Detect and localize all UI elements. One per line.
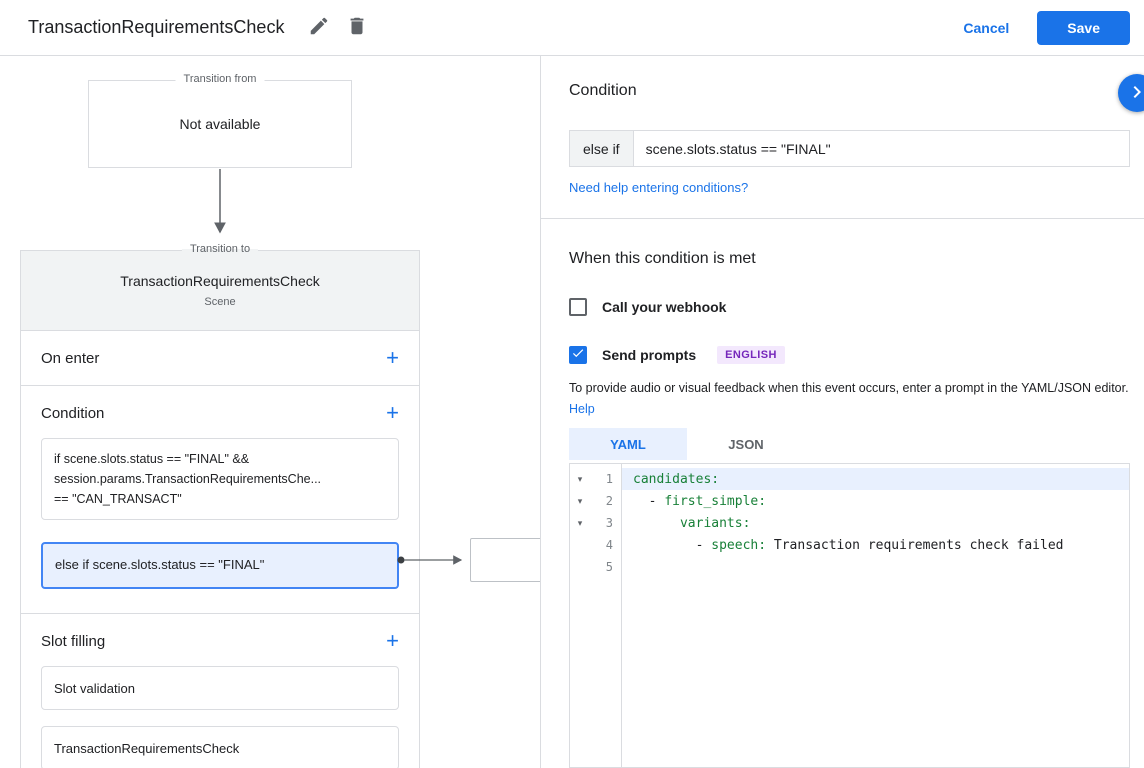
- language-badge: ENGLISH: [717, 346, 785, 364]
- edit-title-button[interactable]: [300, 9, 338, 47]
- scene-node-title: TransactionRequirementsCheck: [21, 273, 419, 289]
- check-icon: [571, 346, 585, 365]
- code-token-plain: [633, 516, 680, 531]
- prompts-description: To provide audio or visual feedback when…: [569, 378, 1144, 419]
- page-title: TransactionRequirementsCheck: [28, 17, 284, 38]
- fold-arrow-icon[interactable]: ▾: [570, 512, 590, 534]
- code-editor[interactable]: ▾1candidates:▾2 - first_simple:▾3 varian…: [569, 463, 1130, 768]
- editor-line[interactable]: ▾3 variants:: [570, 512, 1129, 534]
- scene-node: Transition to TransactionRequirementsChe…: [20, 250, 420, 768]
- webhook-row: Call your webhook: [569, 298, 726, 316]
- transition-from-value: Not available: [89, 81, 351, 167]
- fold-arrow-icon[interactable]: ▾: [570, 468, 590, 490]
- tab-json[interactable]: JSON: [687, 428, 805, 460]
- cancel-button[interactable]: Cancel: [963, 20, 1009, 36]
- condition-section: Condition + if scene.slots.status == "FI…: [21, 386, 419, 614]
- condition-item[interactable]: if scene.slots.status == "FINAL" && sess…: [41, 438, 399, 520]
- condition-help-link[interactable]: Need help entering conditions?: [569, 180, 748, 195]
- on-enter-label: On enter: [41, 350, 99, 367]
- condition-input-row: else if: [569, 130, 1130, 167]
- call-webhook-label: Call your webhook: [602, 299, 726, 315]
- scene-node-header[interactable]: Transition to TransactionRequirementsChe…: [21, 251, 419, 331]
- scene-node-subtitle: Scene: [21, 296, 419, 308]
- condition-section-head: Condition +: [41, 402, 399, 424]
- header-bar: TransactionRequirementsCheck Cancel Save: [0, 0, 1144, 56]
- condition-section-label: Condition: [41, 405, 104, 422]
- editor-line[interactable]: ▾1 candidates:: [570, 468, 1129, 490]
- slot-filling-section-head: Slot filling +: [41, 630, 399, 652]
- on-enter-row[interactable]: On enter +: [21, 331, 419, 386]
- panel-title: Condition: [569, 82, 637, 100]
- code-token-key: candidates:: [633, 472, 719, 487]
- code-line[interactable]: candidates:: [622, 468, 1129, 490]
- editor-line[interactable]: 4 - speech: Transaction requirements che…: [570, 534, 1129, 556]
- app-window: TransactionRequirementsCheck Cancel Save…: [0, 0, 1144, 768]
- line-number: 1: [590, 468, 622, 490]
- pencil-icon: [308, 15, 330, 40]
- code-line[interactable]: variants:: [622, 512, 1129, 534]
- prompts-description-text: To provide audio or visual feedback when…: [569, 381, 1129, 395]
- condition-expression-input[interactable]: [633, 130, 1130, 167]
- line-number: 4: [590, 534, 622, 556]
- fold-arrow-icon[interactable]: ▾: [570, 490, 590, 512]
- code-line[interactable]: - speech: Transaction requirements check…: [622, 534, 1129, 556]
- collapse-panel-button[interactable]: [1118, 74, 1144, 112]
- slot-item[interactable]: TransactionRequirementsCheck: [41, 726, 399, 768]
- panel-divider: [541, 218, 1144, 219]
- line-number: 3: [590, 512, 622, 534]
- line-number: 5: [590, 556, 622, 578]
- slot-item[interactable]: Slot validation: [41, 666, 399, 710]
- condition-prefix-label: else if: [569, 130, 633, 167]
- condition-editor-panel: Condition else if Need help entering con…: [540, 56, 1144, 768]
- line-number: 2: [590, 490, 622, 512]
- trash-icon: [346, 15, 368, 40]
- transition-from-label: Transition from: [176, 73, 265, 85]
- add-condition-button[interactable]: +: [386, 402, 399, 424]
- add-slot-button[interactable]: +: [386, 630, 399, 652]
- code-token-plain: -: [633, 538, 711, 553]
- header-actions: Cancel Save: [963, 11, 1130, 45]
- send-prompts-checkbox[interactable]: [569, 346, 587, 364]
- code-token-key: speech:: [711, 538, 766, 553]
- code-line[interactable]: - first_simple:: [622, 490, 1129, 512]
- code-token-plain: -: [633, 494, 664, 509]
- editor-line[interactable]: ▾2 - first_simple:: [570, 490, 1129, 512]
- tab-yaml[interactable]: YAML: [569, 428, 687, 460]
- slot-filling-section: Slot filling + Slot validation Transacti…: [21, 614, 419, 768]
- transition-target-box[interactable]: [470, 538, 540, 582]
- add-on-enter-button[interactable]: +: [386, 347, 399, 369]
- call-webhook-checkbox[interactable]: [569, 298, 587, 316]
- slot-filling-label: Slot filling: [41, 633, 105, 650]
- code-token-plain: Transaction requirements check failed: [766, 538, 1063, 553]
- editor-line[interactable]: 5: [570, 556, 1129, 578]
- scene-graph-canvas: Transition from Not available Transition…: [0, 56, 540, 768]
- fold-spacer: [570, 534, 590, 556]
- code-token-key: first_simple:: [664, 494, 766, 509]
- chevron-right-icon: [1125, 80, 1144, 107]
- condition-item-selected[interactable]: else if scene.slots.status == "FINAL": [41, 542, 399, 589]
- transition-to-label: Transition to: [182, 243, 258, 255]
- save-button[interactable]: Save: [1037, 11, 1130, 45]
- editor-lines: ▾1candidates:▾2 - first_simple:▾3 varian…: [570, 464, 1129, 578]
- code-token-key: variants:: [680, 516, 750, 531]
- send-prompts-label: Send prompts: [602, 347, 696, 363]
- fold-spacer: [570, 556, 590, 578]
- help-inline-link[interactable]: Help: [569, 402, 595, 416]
- delete-button[interactable]: [338, 9, 376, 47]
- editor-tabs: YAML JSON: [569, 428, 805, 460]
- transition-from-box[interactable]: Transition from Not available: [88, 80, 352, 168]
- send-prompts-row: Send prompts ENGLISH: [569, 346, 785, 364]
- code-line[interactable]: [622, 556, 1129, 578]
- when-condition-met-title: When this condition is met: [569, 250, 756, 268]
